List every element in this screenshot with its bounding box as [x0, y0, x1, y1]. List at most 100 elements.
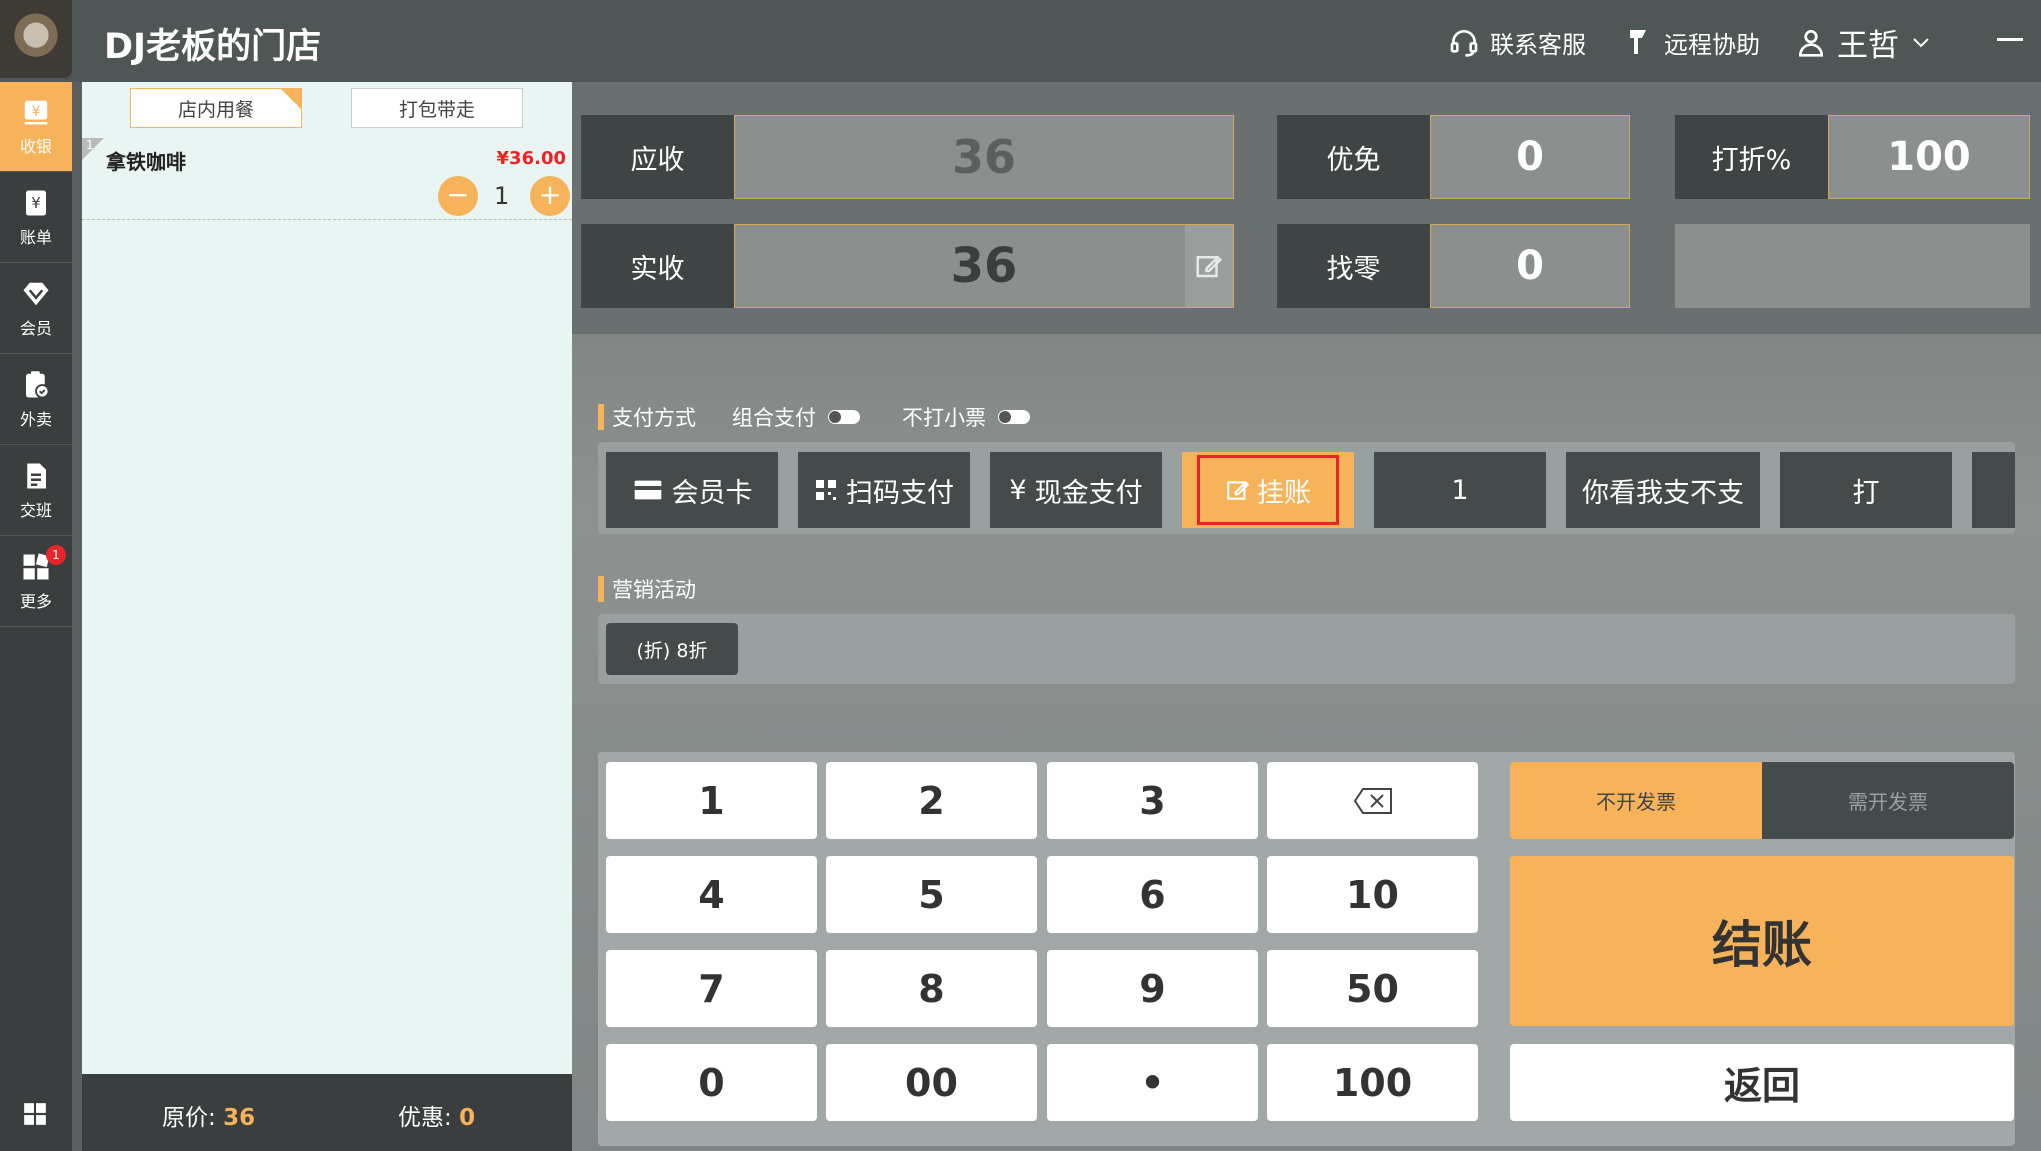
key-dot[interactable]: •	[1047, 1044, 1258, 1121]
tab-takeaway[interactable]: 打包带走	[351, 88, 523, 128]
discount-percent-value[interactable]: 100	[1828, 115, 2030, 199]
waive-label: 优免	[1277, 115, 1430, 199]
remote-assist-button[interactable]: 远程协助	[1622, 22, 1760, 62]
discount-label: 优惠:	[398, 1105, 452, 1131]
notification-badge: 1	[46, 545, 66, 565]
card-icon	[634, 480, 661, 500]
pay-credit-button[interactable]: 挂账	[1182, 452, 1354, 528]
receivable-stat: 应收 36	[581, 115, 1234, 199]
sidebar-item-label: 账单	[19, 227, 52, 247]
sidebar-item-member[interactable]: 会员	[0, 264, 72, 354]
item-quantity: 1	[494, 182, 510, 210]
original-price-value: 36	[223, 1105, 256, 1131]
marketing-section-header: 营销活动	[598, 574, 696, 604]
tab-dine-in[interactable]: 店内用餐	[130, 88, 302, 128]
promotions-row: (折) 8折	[598, 614, 2015, 684]
backspace-key[interactable]	[1267, 762, 1478, 839]
key-0[interactable]: 0	[606, 1044, 817, 1121]
yen-icon: ¥	[1009, 474, 1027, 506]
no-receipt-toggle[interactable]	[998, 410, 1030, 424]
key-8[interactable]: 8	[826, 950, 1037, 1027]
pay-method-label: 打	[1852, 477, 1880, 509]
order-panel: 店内用餐 打包带走 1 拿铁咖啡 ¥36.00 − 1 + 原价: 36 优惠:…	[82, 82, 572, 1151]
checkout-button[interactable]: 结账	[1510, 856, 2014, 1026]
pay-custom-2-button[interactable]: 你看我支不支	[1566, 452, 1760, 528]
key-1[interactable]: 1	[606, 762, 817, 839]
item-price: ¥36.00	[496, 148, 566, 169]
discount-value: 0	[459, 1105, 476, 1131]
sidebar-item-label: 会员	[19, 318, 52, 338]
store-avatar[interactable]	[0, 0, 72, 78]
edit-received-button[interactable]	[1185, 225, 1233, 307]
pay-cash-button[interactable]: ¥ 现金支付	[990, 452, 1162, 528]
pay-method-label: 你看我支不支	[1582, 477, 1744, 509]
waive-value[interactable]: 0	[1430, 115, 1630, 199]
selected-highlight: 挂账	[1197, 455, 1339, 525]
key-2[interactable]: 2	[826, 762, 1037, 839]
received-label: 实收	[581, 224, 734, 308]
minimize-button[interactable]	[1997, 38, 2023, 41]
order-line[interactable]: 1 拿铁咖啡 ¥36.00 − 1 +	[82, 138, 572, 220]
decrease-qty-button[interactable]: −	[438, 176, 478, 216]
pay-more-button[interactable]	[1972, 452, 2015, 528]
pay-method-label: 会员卡	[671, 477, 753, 509]
original-price-label: 原价:	[162, 1105, 216, 1131]
remote-label: 远程协助	[1664, 30, 1760, 59]
sidebar-item-label: 外卖	[19, 409, 52, 429]
need-invoice-option[interactable]: 需开发票	[1762, 762, 2014, 839]
discount-percent-label: 打折%	[1675, 115, 1828, 199]
increase-qty-button[interactable]: +	[530, 176, 570, 216]
empty-stat-slot	[1675, 224, 2030, 308]
no-invoice-option[interactable]: 不开发票	[1510, 762, 1762, 839]
sidebar-item-more[interactable]: 更多 1	[0, 537, 72, 627]
keypad-panel: 1 2 3 4 5 6 10 7 8 9 50 0 00 • 100 不开发票 …	[598, 752, 2015, 1146]
pay-scan-button[interactable]: 扫码支付	[798, 452, 970, 528]
document-icon	[27, 463, 46, 488]
qr-code-icon	[816, 480, 836, 500]
key-10[interactable]: 10	[1267, 856, 1478, 933]
payment-section-title: 支付方式	[612, 406, 696, 430]
pay-custom-3-button[interactable]: 打	[1780, 452, 1952, 528]
sidebar-item-bill[interactable]: ¥ 账单	[0, 173, 72, 263]
change-stat: 找零 0	[1277, 224, 1630, 308]
key-3[interactable]: 3	[1047, 762, 1258, 839]
key-50[interactable]: 50	[1267, 950, 1478, 1027]
discount-stat: 打折% 100	[1675, 115, 2030, 199]
user-menu[interactable]: 王哲	[1795, 22, 1933, 64]
key-5[interactable]: 5	[826, 856, 1037, 933]
received-field[interactable]: 36	[734, 224, 1234, 308]
key-6[interactable]: 6	[1047, 856, 1258, 933]
headset-icon	[1450, 30, 1478, 57]
pay-member-card-button[interactable]: 会员卡	[606, 452, 778, 528]
original-price: 原价: 36	[162, 1098, 255, 1132]
key-9[interactable]: 9	[1047, 950, 1258, 1027]
promo-discount-tag[interactable]: (折) 8折	[606, 623, 738, 675]
grid-icon[interactable]	[22, 1101, 48, 1127]
sidebar-item-shift[interactable]: 交班	[0, 446, 72, 536]
sidebar-item-label: 更多	[19, 591, 52, 611]
combo-pay-toggle[interactable]	[828, 410, 860, 424]
change-value: 0	[1430, 224, 1630, 308]
sidebar-item-cashier[interactable]: ¥ 收银	[0, 82, 72, 172]
amount-summary: 应收 36 优免 0 打折% 100 实收 36 找零 0	[572, 82, 2041, 334]
no-receipt-label: 不打小票	[902, 406, 986, 430]
back-button[interactable]: 返回	[1510, 1044, 2014, 1121]
payment-section-header: 支付方式 组合支付 不打小票	[598, 402, 1030, 432]
key-00[interactable]: 00	[826, 1044, 1037, 1121]
cashier-icon: ¥	[24, 100, 48, 124]
user-name: 王哲	[1837, 27, 1899, 64]
combo-pay-label: 组合支付	[732, 406, 816, 430]
received-value: 36	[950, 238, 1018, 294]
top-bar: DJ老板的门店 联系客服 远程协助 王哲	[0, 0, 2041, 82]
section-accent-bar	[598, 576, 604, 602]
key-7[interactable]: 7	[606, 950, 817, 1027]
payment-methods: 会员卡 扫码支付 ¥ 现金支付 挂账 1 你看我支不支 打	[598, 442, 2015, 534]
waive-stat: 优免 0	[1277, 115, 1630, 199]
remote-assist-icon	[1630, 30, 1646, 54]
pay-custom-1-button[interactable]: 1	[1374, 452, 1546, 528]
key-4[interactable]: 4	[606, 856, 817, 933]
key-100[interactable]: 100	[1267, 1044, 1478, 1121]
sidebar-item-takeout[interactable]: 外卖	[0, 355, 72, 445]
support-button[interactable]: 联系客服	[1448, 22, 1586, 62]
pay-method-label: 挂账	[1257, 477, 1311, 509]
